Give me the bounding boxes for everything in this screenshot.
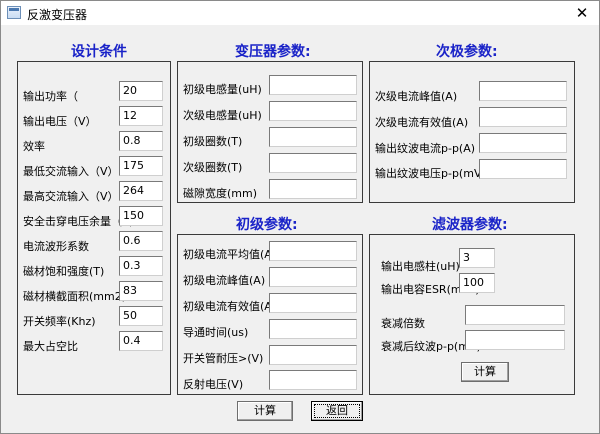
transformer-label-3: 次级圈数(T) (183, 161, 243, 174)
window-title: 反激变压器 (27, 8, 88, 22)
secondary-label-3: 输出纹波电压p-p(mV) (375, 167, 486, 180)
secondary-label-0: 次级电流峰值(A) (375, 90, 458, 103)
primary-input-avg-current[interactable] (269, 241, 357, 261)
design-input-switch-freq[interactable]: 50 (119, 306, 163, 326)
design-input-output-power[interactable]: 20 (119, 81, 163, 101)
filter-label-0: 输出电感柱(uH) (381, 260, 460, 273)
primary-label-1: 初级电流峰值(A) (183, 274, 266, 287)
design-input-min-ac[interactable]: 175 (119, 156, 163, 176)
transformer-input-secondary-inductance[interactable] (269, 101, 357, 121)
design-label-4: 最高交流输入（V） (23, 190, 119, 203)
app-window: 反激变压器 ✕ 设计条件 输出功率（ 20 输出电压（V） 12 效率 0.8 … (0, 0, 600, 434)
design-group-title: 设计条件 (71, 44, 127, 60)
primary-input-reflected-voltage[interactable] (269, 370, 357, 390)
secondary-input-ripple-current[interactable] (479, 133, 567, 153)
design-input-waveform-factor[interactable]: 0.6 (119, 231, 163, 251)
filter-input-ripple-after[interactable] (465, 330, 565, 350)
secondary-group-title: 次极参数: (436, 44, 498, 60)
transformer-label-2: 初级圈数(T) (183, 135, 243, 148)
secondary-input-rms-current[interactable] (479, 107, 567, 127)
transformer-label-1: 次级电感量(uH) (183, 109, 262, 122)
design-label-1: 输出电压（V） (23, 115, 97, 128)
secondary-label-1: 次级电流有效值(A) (375, 116, 469, 129)
primary-group-title: 初级参数: (236, 217, 298, 233)
transformer-input-primary-turns[interactable] (269, 127, 357, 147)
design-label-9: 开关频率(Khz) (23, 315, 96, 328)
transformer-input-air-gap[interactable] (269, 179, 357, 199)
title-bar: 反激变压器 ✕ (1, 1, 599, 25)
primary-input-rms-current[interactable] (269, 293, 357, 313)
secondary-input-peak-current[interactable] (479, 81, 567, 101)
app-icon (7, 6, 21, 19)
primary-label-2: 初级电流有效值(A) (183, 300, 277, 313)
filter-group-title: 滤波器参数: (432, 217, 508, 233)
design-input-max-duty[interactable]: 0.4 (119, 331, 163, 351)
filter-input-inductance[interactable]: 3 (459, 248, 495, 268)
filter-calc-button[interactable]: 计算 (461, 362, 509, 382)
secondary-input-ripple-voltage[interactable] (479, 159, 567, 179)
primary-label-3: 导通时间(us) (183, 326, 249, 339)
secondary-label-2: 输出纹波电流p-p(A) (375, 142, 476, 155)
design-input-saturation[interactable]: 0.3 (119, 256, 163, 276)
design-input-max-ac[interactable]: 264 (119, 181, 163, 201)
filter-input-attenuation[interactable] (465, 305, 565, 325)
filter-input-esr[interactable]: 100 (459, 273, 495, 293)
primary-input-switch-voltage[interactable] (269, 345, 357, 365)
calc-button[interactable]: 计算 (237, 401, 293, 421)
transformer-group-title: 变压器参数: (235, 44, 311, 60)
transformer-label-4: 磁隙宽度(mm) (183, 187, 258, 200)
primary-label-0: 初级电流平均值(A) (183, 248, 277, 261)
back-button[interactable]: 返回 (311, 401, 363, 421)
transformer-label-0: 初级电感量(uH) (183, 83, 262, 96)
design-label-6: 电流波形系数 (23, 240, 89, 253)
design-label-3: 最低交流输入（V） (23, 165, 119, 178)
design-label-2: 效率 (23, 140, 45, 153)
primary-input-peak-current[interactable] (269, 267, 357, 287)
primary-label-4: 开关管耐压>(V) (183, 352, 264, 365)
transformer-input-secondary-turns[interactable] (269, 153, 357, 173)
design-input-breakdown-margin[interactable]: 150 (119, 206, 163, 226)
design-input-output-voltage[interactable]: 12 (119, 106, 163, 126)
design-input-core-area[interactable]: 83 (119, 281, 163, 301)
design-input-efficiency[interactable]: 0.8 (119, 131, 163, 151)
primary-label-5: 反射电压(V) (183, 378, 244, 391)
primary-input-on-time[interactable] (269, 319, 357, 339)
transformer-input-primary-inductance[interactable] (269, 75, 357, 95)
close-icon[interactable]: ✕ (565, 1, 599, 25)
design-label-0: 输出功率（ (23, 90, 78, 103)
design-label-8: 磁材横截面积(mm2) (23, 290, 127, 303)
design-label-7: 磁材饱和强度(T) (23, 265, 105, 278)
filter-label-2: 衰减倍数 (381, 317, 425, 330)
design-label-10: 最大占空比 (23, 340, 78, 353)
